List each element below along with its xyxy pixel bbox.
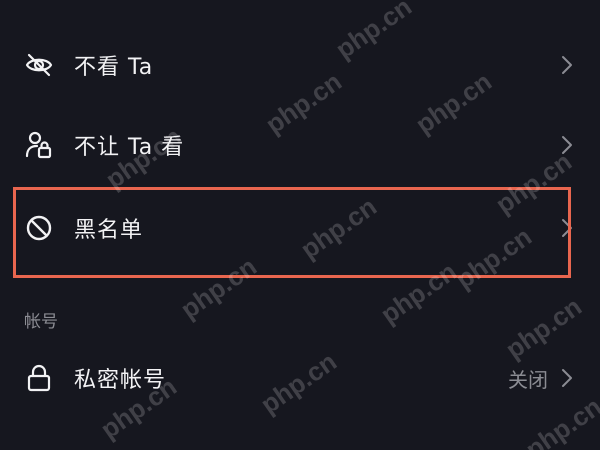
privacy-settings-screen: 不看 Ta 不让 Ta 看 黑名单 帐号 私密帐号 关闭 php.cn php.… [0, 0, 600, 450]
eye-off-icon [24, 50, 54, 80]
setting-row-label: 私密帐号 [74, 368, 167, 393]
highlight-box [13, 187, 571, 278]
section-header-account: 帐号 [24, 312, 58, 332]
lock-icon [24, 363, 54, 393]
user-lock-icon [24, 130, 54, 160]
chevron-right-icon [560, 54, 574, 76]
setting-row-private-account[interactable]: 私密帐号 关闭 [0, 348, 600, 408]
chevron-right-icon [560, 367, 574, 389]
setting-row-label: 不看 Ta [74, 55, 154, 80]
setting-row-hide-my-content[interactable]: 不让 Ta 看 [0, 115, 600, 175]
setting-row-label: 不让 Ta 看 [74, 135, 185, 160]
setting-row-value: 关闭 [508, 367, 548, 392]
chevron-right-icon [560, 134, 574, 156]
setting-row-hide-their-content[interactable]: 不看 Ta [0, 35, 600, 95]
